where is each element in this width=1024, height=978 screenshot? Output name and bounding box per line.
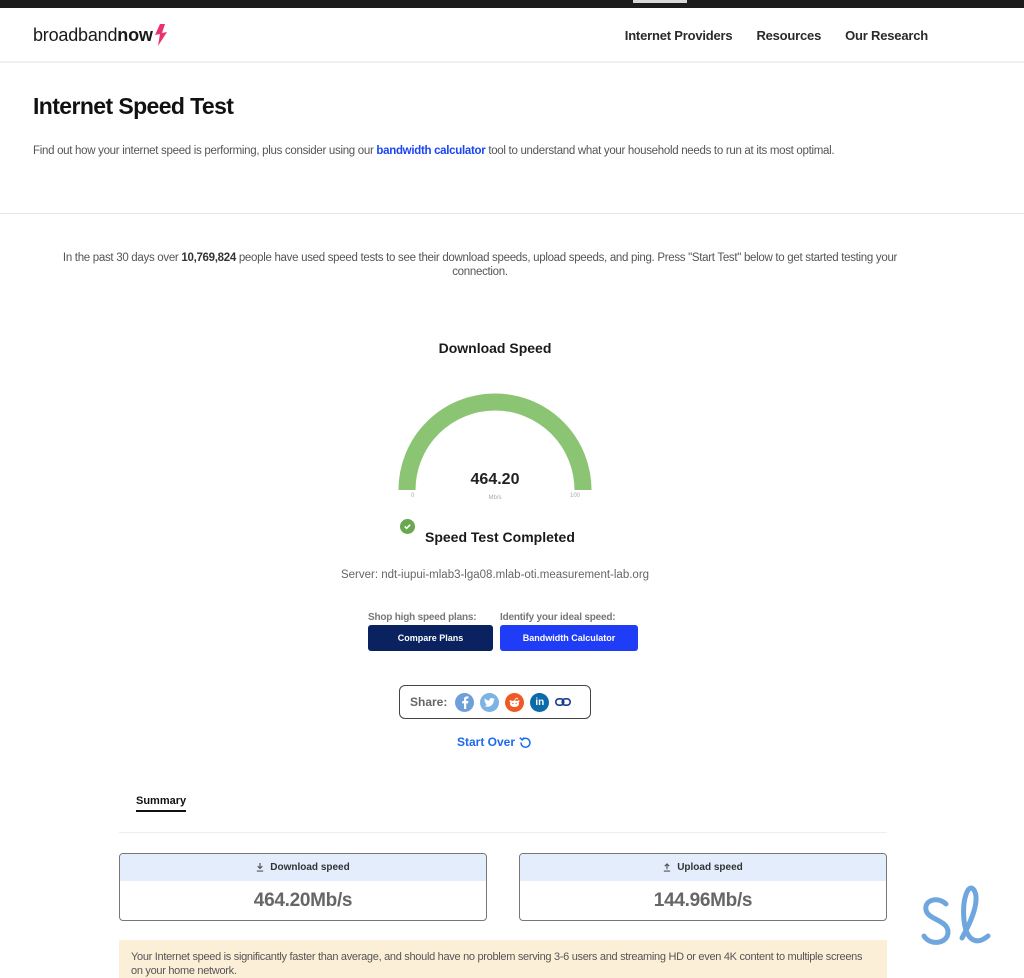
intro-text-after: tool to understand what your household n…	[485, 145, 835, 157]
results-tabs: Summary	[119, 795, 887, 833]
intro-text: Find out how your internet speed is perf…	[33, 145, 933, 159]
upload-card-value: 144.96Mb/s	[653, 890, 753, 911]
watermark-logo-icon	[921, 885, 991, 945]
intro-text-before: Find out how your internet speed is perf…	[33, 145, 377, 157]
reddit-icon[interactable]	[505, 692, 525, 712]
bandwidth-calculator-link[interactable]: bandwidth calculator	[376, 145, 485, 157]
gauge-unit: Mb/s	[488, 495, 502, 501]
start-over-label: Start Over	[457, 735, 516, 749]
stats-after: people have used speed tests to see thei…	[235, 252, 898, 278]
gauge-title: Download Speed	[438, 340, 552, 356]
gauge-value: 464.20	[470, 471, 520, 488]
gauge-min-label: 0	[411, 493, 415, 499]
download-card-label: Download speed	[270, 862, 350, 873]
copy-link-icon[interactable]	[555, 697, 572, 707]
upload-card-header: Upload speed	[520, 854, 886, 881]
test-status: Speed Test Completed	[400, 519, 575, 545]
share-label: Share:	[410, 695, 448, 709]
brand-name-light: broadband	[33, 24, 118, 45]
upload-icon	[664, 863, 671, 872]
nav-resources[interactable]: Resources	[756, 28, 821, 43]
bandwidth-calculator-button[interactable]: Bandwidth Calculator	[500, 625, 638, 651]
browser-bar-indicator	[633, 0, 687, 3]
facebook-icon[interactable]	[455, 692, 475, 712]
gauge-max-label: 100	[570, 493, 581, 499]
main-nav: Internet Providers Resources Our Researc…	[625, 28, 928, 43]
start-over-link[interactable]: Start Over	[457, 735, 532, 749]
status-label: Speed Test Completed	[425, 529, 575, 545]
upload-card-label: Upload speed	[677, 862, 743, 873]
check-circle-icon	[400, 519, 415, 534]
lightning-bolt-icon	[154, 24, 167, 46]
tab-summary[interactable]: Summary	[136, 795, 187, 812]
brand-name-bold: now	[117, 24, 153, 45]
speed-gauge	[398, 393, 592, 491]
server-info: Server: ndt-iupui-mlab3-lga08.mlab-oti.m…	[340, 569, 650, 581]
download-card-value: 464.20Mb/s	[253, 890, 353, 911]
upload-speed-card: Upload speed 144.96Mb/s	[519, 853, 887, 921]
brand-logo[interactable]: broadband now	[33, 24, 168, 46]
linkedin-icon[interactable]: in	[530, 692, 550, 712]
nav-our-research[interactable]: Our Research	[845, 28, 928, 43]
stats-count: 10,769,824	[181, 252, 236, 264]
hero-section: Internet Speed Test Find out how your in…	[0, 63, 1024, 214]
stats-before: In the past 30 days over	[62, 252, 182, 264]
nav-internet-providers[interactable]: Internet Providers	[625, 28, 733, 43]
usage-stats-text: In the past 30 days over 10,769,824 peop…	[50, 251, 910, 279]
restart-icon	[519, 736, 531, 748]
download-icon	[257, 863, 264, 872]
twitter-icon[interactable]	[480, 692, 500, 712]
page-title: Internet Speed Test	[33, 93, 234, 119]
speed-assessment-note: Your Internet speed is significantly fas…	[119, 940, 887, 978]
download-speed-card: Download speed 464.20Mb/s	[119, 853, 487, 921]
bandwidth-caption: Identify your ideal speed:	[500, 612, 616, 623]
download-card-header: Download speed	[120, 854, 486, 881]
compare-caption: Shop high speed plans:	[368, 612, 477, 623]
share-box: Share: in	[399, 685, 591, 719]
browser-top-bar	[0, 0, 1024, 8]
site-header: broadband now Internet Providers Resource…	[0, 8, 1024, 63]
compare-plans-button[interactable]: Compare Plans	[368, 625, 493, 651]
